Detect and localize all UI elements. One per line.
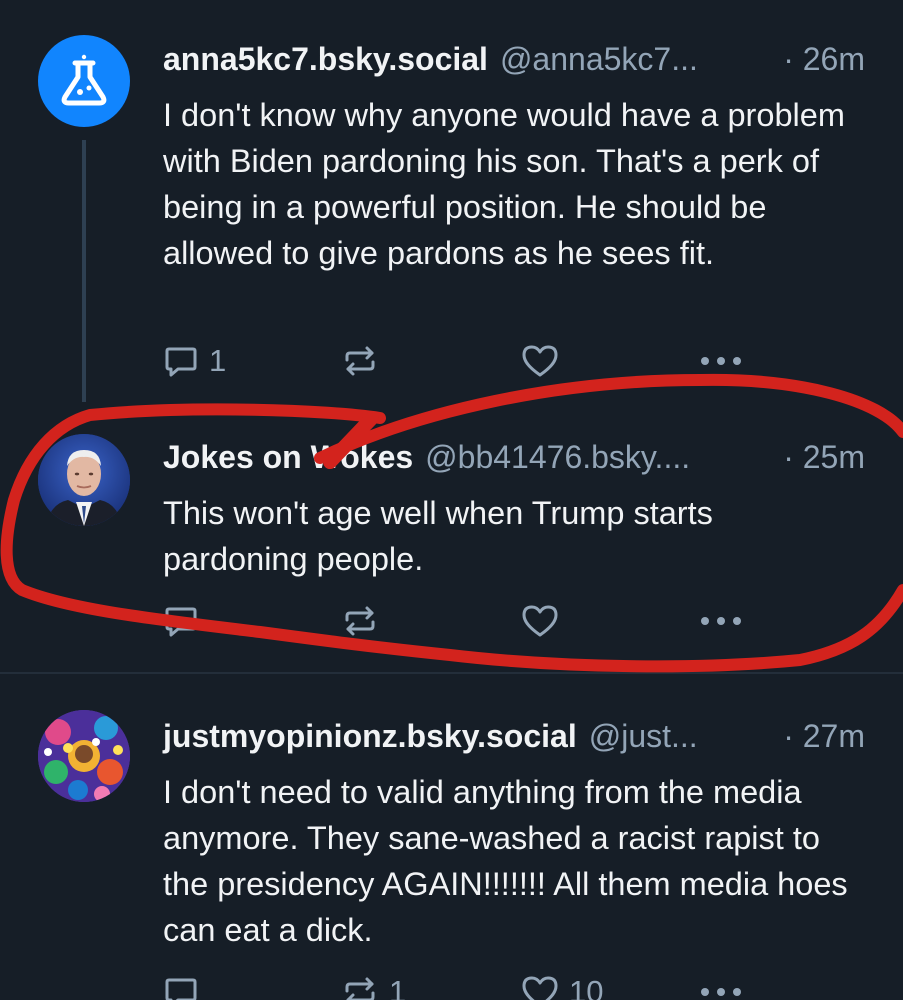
heart-icon bbox=[522, 976, 558, 1000]
display-name[interactable]: Jokes on Wokes bbox=[163, 439, 413, 476]
heart-icon bbox=[522, 605, 558, 637]
post-text: This won't age well when Trump starts pa… bbox=[163, 495, 713, 577]
post-justmyopinionz[interactable]: justmyopinionz.bsky.social @just... · 27… bbox=[0, 674, 903, 1000]
heart-icon bbox=[522, 345, 558, 377]
speech-bubble-icon bbox=[165, 347, 197, 377]
action-bar: 1 bbox=[163, 339, 753, 383]
post-text: I don't know why anyone would have a pro… bbox=[163, 97, 845, 271]
profile-photo bbox=[38, 434, 130, 526]
reply-button[interactable] bbox=[163, 599, 209, 643]
handle[interactable]: @just... bbox=[589, 718, 698, 755]
more-options-button[interactable] bbox=[699, 599, 743, 643]
avatar[interactable] bbox=[38, 710, 130, 802]
avatar[interactable] bbox=[38, 35, 130, 127]
timestamp[interactable]: · 25m bbox=[769, 439, 865, 476]
repost-arrows-icon bbox=[345, 977, 375, 1000]
ellipsis-icon bbox=[701, 617, 741, 625]
display-name[interactable]: justmyopinionz.bsky.social bbox=[163, 718, 577, 755]
avatar[interactable] bbox=[38, 434, 130, 526]
reply-count: 1 bbox=[209, 343, 227, 378]
reply-button[interactable] bbox=[163, 970, 209, 1000]
speech-bubble-icon bbox=[165, 978, 197, 1000]
action-bar bbox=[163, 599, 753, 643]
repost-button[interactable] bbox=[341, 339, 389, 383]
handle[interactable]: @bb41476.bsky.... bbox=[425, 439, 690, 476]
timestamp[interactable]: · 26m bbox=[769, 41, 865, 78]
ellipsis-icon bbox=[701, 357, 741, 365]
like-button[interactable] bbox=[521, 599, 569, 643]
repost-arrows-icon bbox=[345, 606, 375, 636]
timestamp[interactable]: · 27m bbox=[769, 718, 865, 755]
more-options-button[interactable] bbox=[699, 970, 743, 1000]
like-button[interactable]: 10 bbox=[521, 970, 603, 1000]
post-header: Jokes on Wokes @bb41476.bsky.... · 25m bbox=[163, 437, 865, 477]
repost-arrows-icon bbox=[345, 346, 375, 376]
like-count: 10 bbox=[569, 974, 604, 1000]
post-header: anna5kc7.bsky.social @anna5kc7... · 26m bbox=[163, 39, 865, 79]
like-button[interactable] bbox=[521, 339, 569, 383]
handle[interactable]: @anna5kc7... bbox=[500, 41, 698, 78]
post-text: I don't need to valid anything from the … bbox=[163, 774, 848, 948]
more-options-button[interactable] bbox=[699, 339, 743, 383]
reply-button[interactable]: 1 bbox=[163, 339, 226, 383]
action-bar: 1 10 bbox=[163, 970, 753, 1000]
display-name[interactable]: anna5kc7.bsky.social bbox=[163, 41, 488, 78]
repost-button[interactable]: 1 bbox=[341, 970, 406, 1000]
repost-button[interactable] bbox=[341, 599, 389, 643]
post-anna5kc7[interactable]: anna5kc7.bsky.social @anna5kc7... · 26m … bbox=[0, 0, 903, 402]
repost-count: 1 bbox=[389, 974, 407, 1000]
ellipsis-icon bbox=[701, 988, 741, 996]
thread-connector bbox=[82, 140, 86, 402]
post-jokes-on-wokes[interactable]: Jokes on Wokes @bb41476.bsky.... · 25m T… bbox=[0, 400, 903, 672]
flask-icon bbox=[61, 54, 107, 106]
speech-bubble-icon bbox=[165, 607, 197, 637]
post-header: justmyopinionz.bsky.social @just... · 27… bbox=[163, 716, 865, 756]
illustrated-avatar bbox=[38, 710, 130, 802]
thread-feed: anna5kc7.bsky.social @anna5kc7... · 26m … bbox=[0, 0, 903, 1000]
